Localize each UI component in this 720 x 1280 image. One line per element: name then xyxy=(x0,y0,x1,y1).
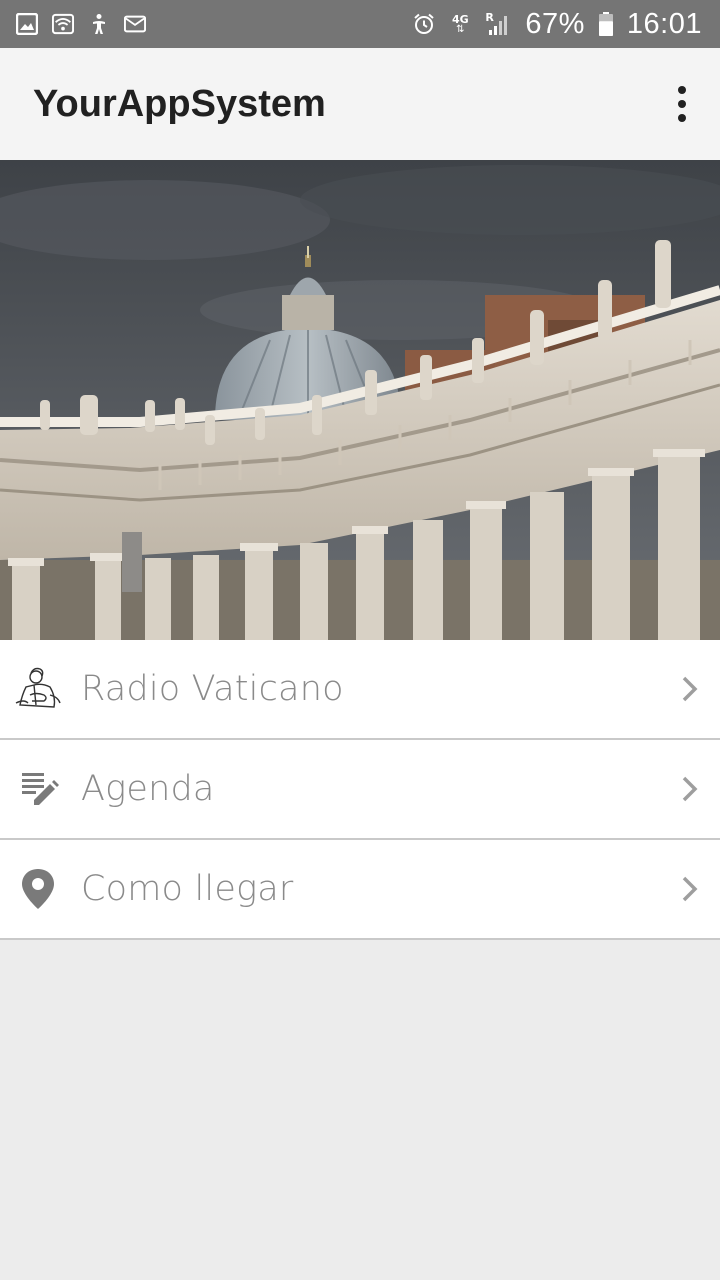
chevron-right-icon xyxy=(682,676,698,702)
status-right-icons: 4G ⇅ R 67% 16:01 xyxy=(413,8,702,41)
status-bar: 4G ⇅ R 67% 16:01 xyxy=(0,0,720,48)
wifi-icon xyxy=(52,13,74,35)
battery-percent: 67% xyxy=(525,7,585,40)
chevron-right-icon xyxy=(682,876,698,902)
hero-image xyxy=(0,160,720,640)
app-title: YourAppSystem xyxy=(33,82,326,125)
edit-notes-icon xyxy=(14,765,62,813)
signal-icon: R xyxy=(485,12,511,36)
status-left-icons xyxy=(16,13,146,35)
menu-item-agenda[interactable]: Agenda xyxy=(0,740,720,840)
network-4g-icon: 4G ⇅ xyxy=(452,12,469,35)
menu-item-label: Agenda xyxy=(81,769,215,809)
menu-item-como-llegar[interactable]: Como llegar xyxy=(0,840,720,940)
email-icon xyxy=(124,15,146,33)
gallery-icon xyxy=(16,13,38,35)
app-bar: YourAppSystem xyxy=(0,48,720,160)
menu-list: Radio Vaticano Agenda Como llegar xyxy=(0,640,720,940)
menu-item-label: Radio Vaticano xyxy=(81,669,344,709)
more-vert-icon[interactable] xyxy=(670,84,694,124)
menu-item-radio-vaticano[interactable]: Radio Vaticano xyxy=(0,640,720,740)
alarm-icon xyxy=(414,13,435,34)
network-label: 4G xyxy=(452,12,469,26)
vatican-colonnade-illustration xyxy=(0,160,720,640)
battery-icon xyxy=(598,12,613,36)
chevron-right-icon xyxy=(682,776,698,802)
pope-sketch-icon xyxy=(14,665,62,713)
accessibility-icon xyxy=(93,14,105,34)
location-pin-icon xyxy=(14,865,62,913)
menu-item-label: Como llegar xyxy=(81,869,294,909)
clock: 16:01 xyxy=(626,7,702,40)
